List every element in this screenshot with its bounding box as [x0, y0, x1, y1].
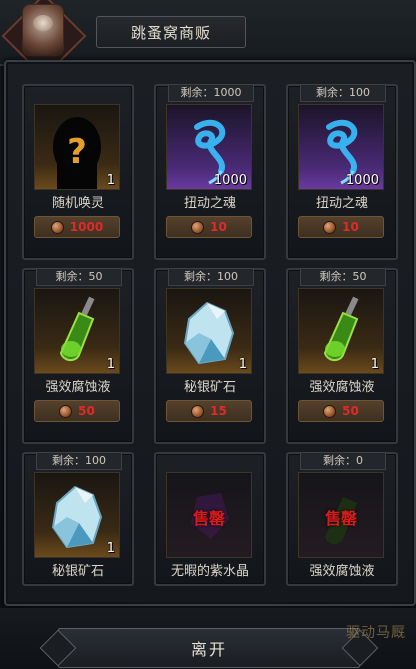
item-thumbnail: 1: [34, 472, 120, 558]
shop-item-card[interactable]: 剩余：50 1 强效腐蚀液 50: [22, 268, 134, 444]
item-price: 15: [210, 404, 227, 418]
shop-item-card-sold-out: 售罄 无暇的紫水晶: [154, 452, 266, 586]
item-thumbnail: 1: [166, 288, 252, 374]
item-thumbnail: 1000: [166, 104, 252, 190]
coin-icon: [191, 404, 205, 418]
item-thumbnail: 1000: [298, 104, 384, 190]
item-thumbnail: 售罄: [298, 472, 384, 558]
buy-price-button[interactable]: 10: [298, 216, 384, 238]
item-name: 无暇的紫水晶: [170, 564, 249, 579]
sold-out-label: 售罄: [324, 509, 357, 528]
item-name: 随机唤灵: [51, 196, 104, 211]
coin-icon: [50, 220, 64, 234]
shop-item-card[interactable]: 剩余：100 1 秘银矿石: [22, 452, 134, 586]
item-thumbnail: 1: [34, 288, 120, 374]
shop-item-card[interactable]: 剩余：1000 1000 扭动之魂 10: [154, 84, 266, 260]
watermark: 驱动马厩: [346, 625, 406, 641]
buy-price-button[interactable]: 50: [34, 400, 120, 422]
stock-remaining: 剩余：100: [300, 84, 386, 102]
item-quantity: 1: [106, 357, 115, 372]
item-name: 强效腐蚀液: [309, 564, 375, 579]
vendor-avatar: [22, 4, 64, 56]
item-name: 扭动之魂: [315, 196, 368, 211]
item-quantity: 1000: [345, 173, 379, 188]
item-name: 秘银矿石: [51, 564, 104, 579]
item-quantity: 1: [238, 357, 247, 372]
stock-remaining: 剩余：50: [300, 268, 386, 286]
item-quantity: 1: [370, 357, 379, 372]
item-thumbnail: ? 1: [34, 104, 120, 190]
stock-remaining: 剩余：100: [36, 452, 122, 470]
sold-out-label: 售罄: [192, 509, 225, 528]
coin-icon: [323, 220, 337, 234]
buy-price-button[interactable]: 15: [166, 400, 252, 422]
stock-remaining: 剩余：1000: [168, 84, 254, 102]
shop-item-card-sold-out: 剩余：0 售罄 强效腐蚀液: [286, 452, 398, 586]
item-price: 50: [342, 404, 359, 418]
shop-header: 跳蚤窝商贩: [0, 0, 416, 79]
coin-icon: [59, 404, 73, 418]
item-name: 扭动之魂: [183, 196, 236, 211]
stock-remaining: 剩余：50: [36, 268, 122, 286]
item-name: 强效腐蚀液: [309, 380, 375, 395]
coin-icon: [191, 220, 205, 234]
shop-title: 跳蚤窝商贩: [96, 16, 246, 48]
shop-item-card[interactable]: 剩余：50 1 强效腐蚀液 50: [286, 268, 398, 444]
item-quantity: 1: [106, 541, 115, 556]
buy-price-button[interactable]: 50: [298, 400, 384, 422]
item-name: 强效腐蚀液: [45, 380, 111, 395]
stock-remaining: 剩余：0: [300, 452, 386, 470]
shop-item-card[interactable]: 剩余：100 1000 扭动之魂 10: [286, 84, 398, 260]
item-name: 秘银矿石: [183, 380, 236, 395]
stock-remaining: 剩余：100: [168, 268, 254, 286]
item-thumbnail: 1: [298, 288, 384, 374]
shop-item-card[interactable]: 剩余：100 1 秘银矿石 15: [154, 268, 266, 444]
item-thumbnail: 售罄: [166, 472, 252, 558]
shop-item-card[interactable]: ? 1 随机唤灵 1000: [22, 84, 134, 260]
item-price: 50: [78, 404, 95, 418]
item-price: 10: [342, 220, 359, 234]
item-price: 1000: [69, 220, 104, 234]
coin-icon: [323, 404, 337, 418]
buy-price-button[interactable]: 10: [166, 216, 252, 238]
svg-text:?: ?: [67, 132, 87, 172]
item-quantity: 1: [106, 173, 115, 188]
item-price: 10: [210, 220, 227, 234]
leave-button[interactable]: 离开: [58, 628, 360, 668]
buy-price-button[interactable]: 1000: [34, 216, 120, 238]
item-quantity: 1000: [213, 173, 247, 188]
